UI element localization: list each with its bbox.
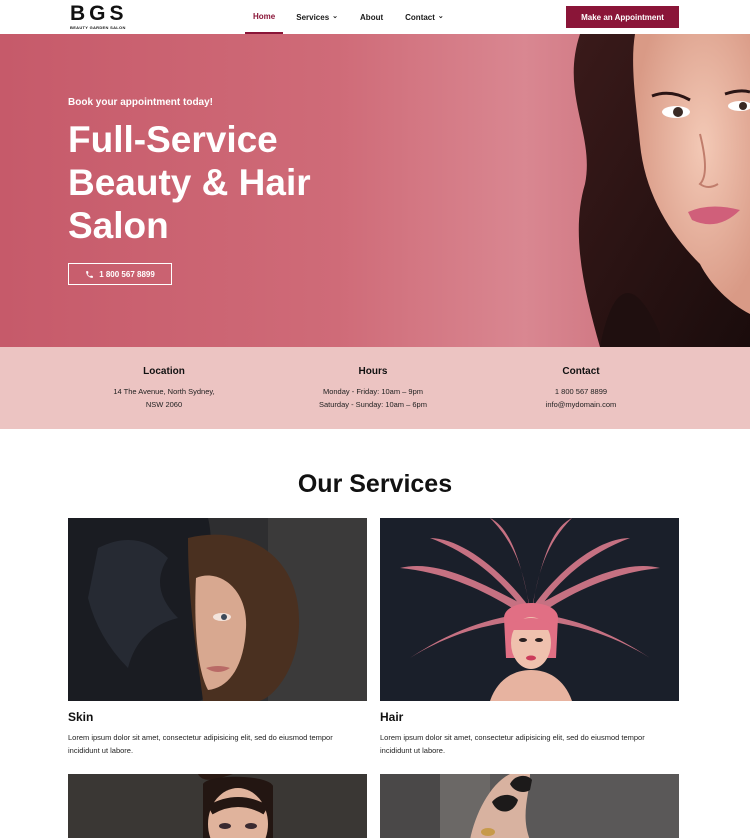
hero-phone-button[interactable]: 1 800 567 8899 [68,263,172,285]
main-menu: Home Services ⌄ About Contact ⌄ [245,0,452,34]
logo-mark: BGS [70,2,128,25]
hair-service-photo [380,518,679,701]
services-heading: Our Services [297,470,453,498]
service-card-skin[interactable]: Skin Lorem ipsum dolor sit amet, consect… [68,518,367,757]
nav-services-label: Services [296,12,330,22]
contact-block: Contact 1 800 567 8899 info@mydomain.com [471,366,691,411]
logo-tagline: BEAUTY GARDEN SALON [70,25,126,30]
nav-contact-label: Contact [405,12,435,22]
nav-services[interactable]: Services ⌄ [283,0,346,34]
location-line-1: 14 The Avenue, North Sydney, [113,387,215,396]
hero-phone-number: 1 800 567 8899 [99,269,155,279]
hair-card-title: Hair [380,710,404,724]
hours-heading: Hours [358,366,388,377]
hours-block: Hours Monday - Friday: 10am – 9pm Saturd… [263,366,483,411]
hair-card-text: Lorem ipsum dolor sit amet, consectetur … [380,733,645,755]
nails-photo-graphic [380,774,679,838]
service-card-hair[interactable]: Hair Lorem ipsum dolor sit amet, consect… [380,518,679,757]
skin-photo-graphic [68,518,367,701]
hero-banner: Book your appointment today! Full-Servic… [0,34,750,347]
contact-heading: Contact [562,366,600,377]
nav-about-label: About [360,12,384,22]
nails-service-photo[interactable] [380,774,679,838]
hero-model-photo [573,34,750,347]
skin-service-photo [68,518,367,701]
brand-logo[interactable]: BGS BEAUTY GARDEN SALON [70,3,130,31]
makeup-photo-graphic [68,774,367,838]
nav-contact[interactable]: Contact ⌄ [391,0,452,34]
location-line-2: NSW 2060 [145,400,183,409]
contact-phone[interactable]: 1 800 567 8899 [471,385,691,398]
makeup-service-photo[interactable] [68,774,367,838]
chevron-down-icon: ⌄ [437,13,444,20]
make-appointment-button[interactable]: Make an Appointment [566,6,679,28]
info-band: Location 14 The Avenue, North Sydney, NS… [0,347,750,429]
location-block: Location 14 The Avenue, North Sydney, NS… [54,366,274,411]
hours-line-1: Monday - Friday: 10am – 9pm [322,387,424,396]
skin-card-title: Skin [68,710,94,724]
hair-photo-graphic [380,518,679,701]
chevron-down-icon: ⌄ [332,13,339,20]
phone-icon [86,270,94,278]
hero-kicker: Book your appointment today! [68,97,213,108]
location-heading: Location [143,366,185,377]
nav-about[interactable]: About [346,0,391,34]
nav-home-label: Home [253,11,276,21]
hours-line-2: Saturday - Sunday: 10am – 6pm [319,400,427,409]
skin-card-text: Lorem ipsum dolor sit amet, consectetur … [68,733,333,755]
hero-title: Full-Service Beauty & Hair Salon [68,119,311,246]
top-navigation: BGS BEAUTY GARDEN SALON Home Services ⌄ … [0,0,750,34]
contact-email[interactable]: info@mydomain.com [471,398,691,411]
nav-home[interactable]: Home [245,0,284,34]
